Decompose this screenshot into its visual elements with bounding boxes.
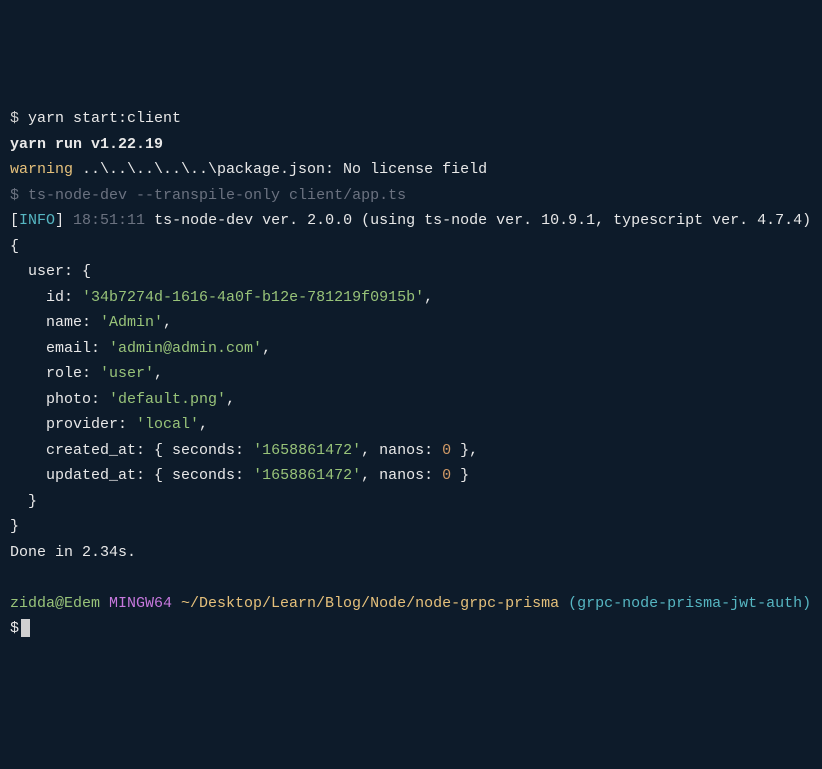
blank-line [10, 565, 812, 591]
obj-user-close: } [10, 489, 812, 515]
tsnode-cmd-line: $ ts-node-dev --transpile-only client/ap… [10, 183, 812, 209]
obj-user-open: user: { [10, 259, 812, 285]
obj-provider: provider: 'local', [10, 412, 812, 438]
obj-photo: photo: 'default.png', [10, 387, 812, 413]
prompt-dollar: $ [10, 620, 19, 637]
timestamp: 18:51:11 [73, 212, 145, 229]
warning-text: ..\..\..\..\..\package.json: No license … [73, 161, 487, 178]
command-text: yarn start:client [28, 110, 181, 127]
cmd-line-1: $ yarn start:client [10, 106, 812, 132]
prompt-dollar: $ [10, 110, 28, 127]
yarn-version-line: yarn run v1.22.19 [10, 132, 812, 158]
prompt-line[interactable]: $ [10, 616, 812, 642]
info-label: INFO [19, 212, 55, 229]
obj-name: name: 'Admin', [10, 310, 812, 336]
info-line: [INFO] 18:51:11 ts-node-dev ver. 2.0.0 (… [10, 208, 812, 234]
obj-close: } [10, 514, 812, 540]
ps1-env: MINGW64 [100, 595, 172, 612]
obj-open: { [10, 234, 812, 260]
obj-id: id: '34b7274d-1616-4a0f-b12e-781219f0915… [10, 285, 812, 311]
terminal-output[interactable]: $ yarn start:clientyarn run v1.22.19warn… [10, 106, 812, 642]
cursor-icon [21, 619, 30, 637]
obj-role: role: 'user', [10, 361, 812, 387]
obj-email: email: 'admin@admin.com', [10, 336, 812, 362]
command-text: ts-node-dev --transpile-only client/app.… [28, 187, 406, 204]
warning-label: warning [10, 161, 73, 178]
ps1-path: ~/Desktop/Learn/Blog/Node/node-grpc-pris… [172, 595, 559, 612]
info-text: ts-node-dev ver. 2.0.0 (using ts-node ve… [145, 212, 811, 229]
obj-updated: updated_at: { seconds: '1658861472', nan… [10, 463, 812, 489]
obj-created: created_at: { seconds: '1658861472', nan… [10, 438, 812, 464]
done-line: Done in 2.34s. [10, 540, 812, 566]
ps1-branch: (grpc-node-prisma-jwt-auth) [559, 595, 811, 612]
bracket: ] [55, 212, 73, 229]
prompt-dollar: $ [10, 187, 28, 204]
warning-line: warning ..\..\..\..\..\package.json: No … [10, 157, 812, 183]
bracket: [ [10, 212, 19, 229]
ps1-user-host: zidda@Edem [10, 595, 100, 612]
ps1-line: zidda@Edem MINGW64 ~/Desktop/Learn/Blog/… [10, 591, 812, 617]
